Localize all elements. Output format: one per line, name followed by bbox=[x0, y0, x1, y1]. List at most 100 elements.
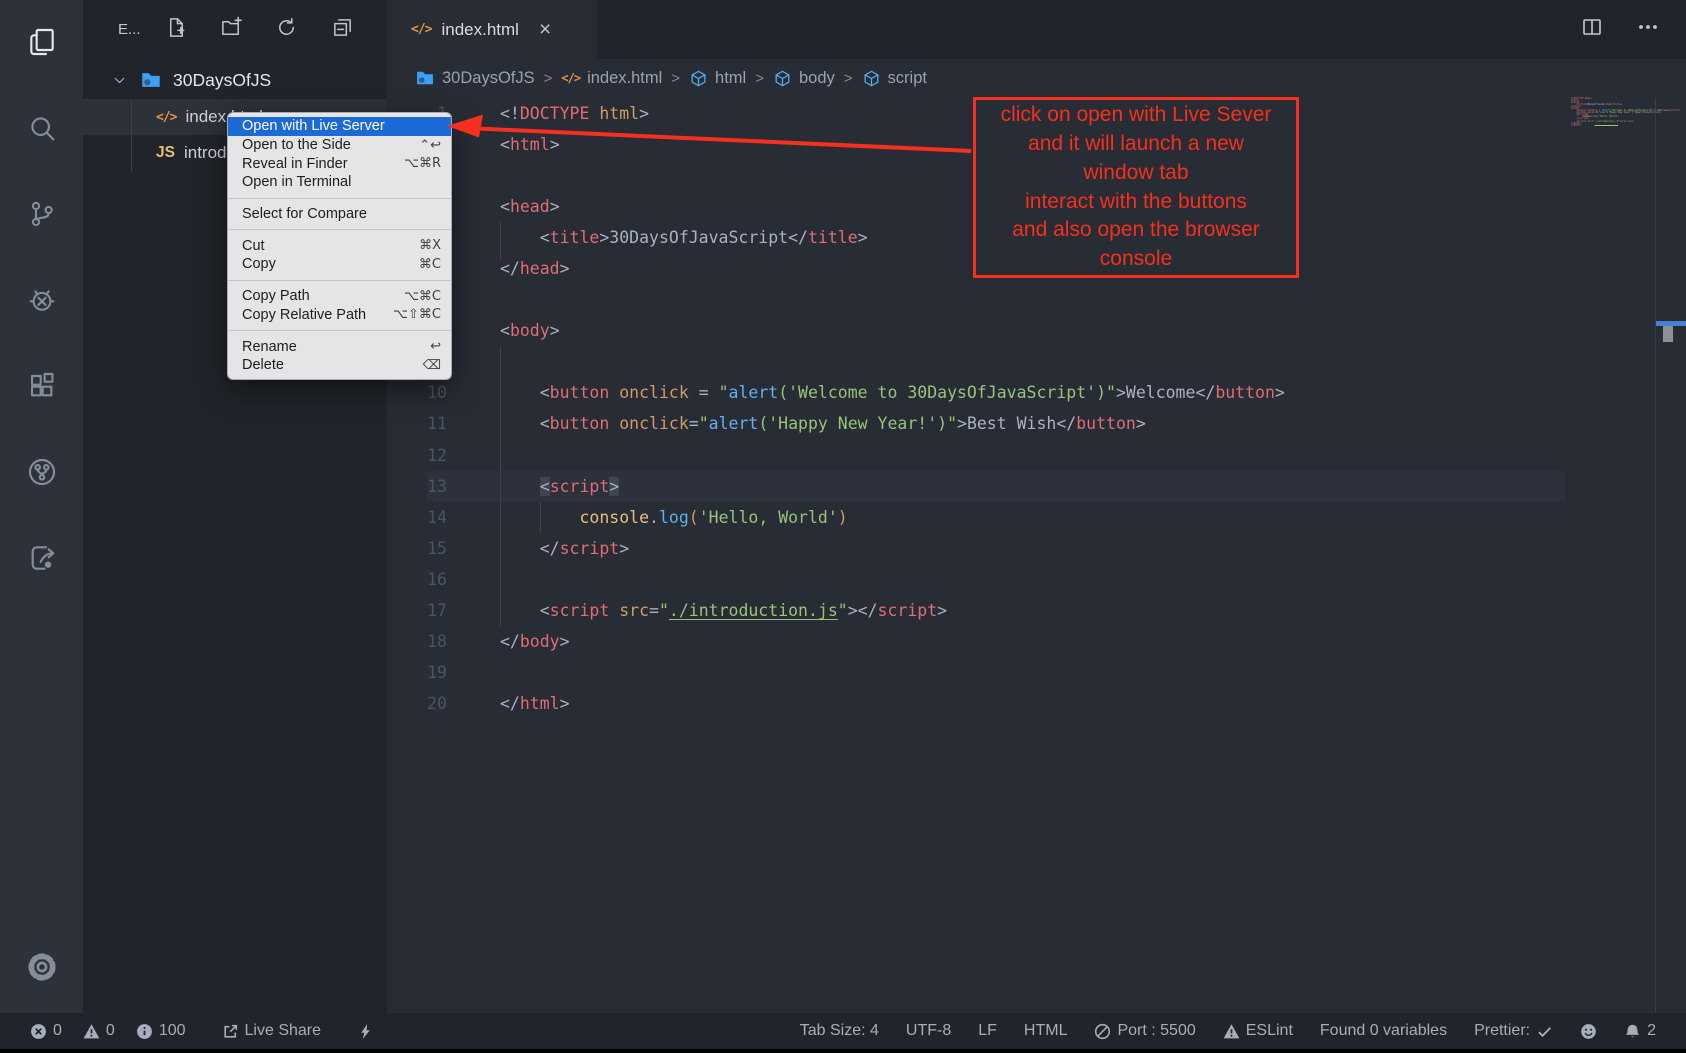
code-token: > bbox=[550, 135, 560, 154]
code-line-10[interactable]: 10 <button onclick = "alert('Welcome to … bbox=[387, 377, 1655, 408]
live-share-icon bbox=[26, 542, 58, 577]
code-token: > bbox=[1116, 383, 1126, 402]
activity-search[interactable] bbox=[0, 86, 83, 172]
code-line-16[interactable]: 16 bbox=[387, 564, 1655, 595]
menu-item-delete[interactable]: Delete⌫ bbox=[228, 356, 451, 375]
status-0[interactable]: 0 bbox=[30, 1022, 62, 1040]
line-number: 11 bbox=[387, 414, 447, 433]
menu-item-cut[interactable]: Cut⌘X bbox=[228, 236, 451, 255]
line-number: 17 bbox=[387, 601, 447, 620]
line-number: 19 bbox=[387, 663, 447, 682]
git-graph-icon bbox=[26, 456, 58, 491]
tree-indent-guide bbox=[131, 99, 132, 172]
activity-settings[interactable] bbox=[0, 944, 83, 992]
activity-debug[interactable] bbox=[0, 258, 83, 344]
status-100[interactable]: 100 bbox=[136, 1022, 186, 1040]
code-token bbox=[500, 477, 540, 496]
bell-icon bbox=[1624, 1023, 1641, 1040]
code-line-17[interactable]: 17 <script src="./introduction.js"></scr… bbox=[387, 595, 1655, 626]
menu-item-open-in-terminal[interactable]: Open in Terminal bbox=[228, 173, 451, 192]
more-actions-icon[interactable] bbox=[1636, 15, 1660, 44]
scrollbar-thumb[interactable] bbox=[1663, 326, 1673, 342]
menu-item-rename[interactable]: Rename↩ bbox=[228, 337, 451, 356]
code-token: > bbox=[599, 228, 609, 247]
line-number: 14 bbox=[387, 508, 447, 527]
code-text: </html> bbox=[447, 694, 570, 713]
code-line-14[interactable]: 14 console.log('Hello, World') bbox=[387, 502, 1655, 533]
menu-item-copy-relative-path[interactable]: Copy Relative Path⌥⇧⌘C bbox=[228, 306, 451, 325]
refresh-button[interactable] bbox=[273, 16, 299, 42]
menu-separator bbox=[228, 229, 451, 230]
code-line-15[interactable]: 15 </script> bbox=[387, 533, 1655, 564]
status-prettier-[interactable]: Prettier: bbox=[1474, 1022, 1553, 1040]
activity-explorer[interactable] bbox=[0, 0, 83, 86]
code-token: > bbox=[560, 632, 570, 651]
status-bolt[interactable] bbox=[357, 1023, 374, 1040]
status-2[interactable]: 2 bbox=[1624, 1022, 1656, 1040]
breadcrumb-item-html[interactable]: html bbox=[689, 69, 746, 88]
indent-guide bbox=[540, 502, 541, 533]
tab-close-icon[interactable]: × bbox=[535, 19, 555, 40]
breadcrumb-item-body[interactable]: body bbox=[773, 69, 835, 88]
status-port-5500[interactable]: Port : 5500 bbox=[1094, 1022, 1195, 1040]
new-folder-button[interactable] bbox=[218, 16, 244, 42]
code-token: html bbox=[510, 135, 550, 154]
menu-item-shortcut: ⌫ bbox=[423, 358, 441, 373]
new-file-button[interactable] bbox=[163, 16, 189, 42]
status-utf-8[interactable]: UTF-8 bbox=[906, 1022, 951, 1040]
tree-folder-row[interactable]: 30DaysOfJS bbox=[83, 61, 387, 99]
code-line-9[interactable]: 9 bbox=[387, 346, 1655, 377]
breadcrumb-item-30DaysOfJS[interactable]: 30DaysOfJS bbox=[415, 68, 535, 88]
activity-source-control[interactable] bbox=[0, 172, 83, 258]
code-line-18[interactable]: 18</body> bbox=[387, 626, 1655, 657]
check-icon bbox=[1536, 1023, 1553, 1040]
menu-item-shortcut: ⌥⇧⌘C bbox=[393, 307, 441, 322]
status-smiley[interactable] bbox=[1580, 1023, 1597, 1040]
code-token: < bbox=[540, 477, 550, 496]
menu-item-reveal-in-finder[interactable]: Reveal in Finder⌥⌘R bbox=[228, 154, 451, 173]
status-html[interactable]: HTML bbox=[1024, 1022, 1068, 1040]
code-line-13[interactable]: 13 <script> bbox=[387, 471, 1655, 502]
status-live-share[interactable]: Live Share bbox=[222, 1022, 322, 1040]
code-token: </ bbox=[500, 694, 520, 713]
code-text: <title>30DaysOfJavaScript</title> bbox=[447, 228, 868, 247]
menu-item-copy[interactable]: Copy⌘C bbox=[228, 255, 451, 274]
code-line-19[interactable]: 19 bbox=[387, 657, 1655, 688]
status-bar: 0 0 100 Live Share Tab Size: 4 UTF-8 LF HTML Po… bbox=[0, 1013, 1686, 1049]
breadcrumb-item-script[interactable]: script bbox=[862, 69, 927, 88]
code-line-7[interactable]: 7 bbox=[387, 284, 1655, 315]
status-bar-right: Tab Size: 4 UTF-8 LF HTML Port : 5500 ESLint F… bbox=[800, 1022, 1656, 1040]
code-token: > bbox=[619, 539, 629, 558]
collapse-all-button[interactable] bbox=[329, 16, 355, 42]
menu-item-shortcut: ⌃↩ bbox=[419, 138, 441, 153]
source-control-icon bbox=[26, 198, 58, 233]
activity-live-share[interactable] bbox=[0, 516, 83, 602]
menu-separator bbox=[228, 198, 451, 199]
code-line-20[interactable]: 20</html> bbox=[387, 688, 1655, 719]
code-token: " bbox=[838, 601, 848, 620]
menu-item-open-to-the-side[interactable]: Open to the Side⌃↩ bbox=[228, 136, 451, 155]
tab-index-html[interactable]: </> index.html × bbox=[387, 0, 597, 59]
menu-item-open-with-live-server[interactable]: Open with Live Server bbox=[228, 117, 451, 136]
code-token: > bbox=[550, 321, 560, 340]
code-line-12[interactable]: 12 bbox=[387, 440, 1655, 471]
code-token: </ bbox=[858, 601, 878, 620]
code-line-8[interactable]: 8<body> bbox=[387, 315, 1655, 346]
activity-extensions[interactable] bbox=[0, 344, 83, 430]
status-lf[interactable]: LF bbox=[978, 1022, 997, 1040]
status-tab-size-4[interactable]: Tab Size: 4 bbox=[800, 1022, 879, 1040]
status-eslint[interactable]: ESLint bbox=[1223, 1022, 1293, 1040]
activity-git-graph[interactable] bbox=[0, 430, 83, 516]
split-editor-icon[interactable] bbox=[1580, 15, 1604, 44]
code-line-11[interactable]: 11 <button onclick="alert('Happy New Yea… bbox=[387, 408, 1655, 439]
menu-item-select-for-compare[interactable]: Select for Compare bbox=[228, 205, 451, 224]
code-token: alert bbox=[729, 383, 779, 402]
line-number: 15 bbox=[387, 539, 447, 558]
menu-item-copy-path[interactable]: Copy Path⌥⌘C bbox=[228, 287, 451, 306]
status-0[interactable]: 0 bbox=[83, 1022, 115, 1040]
breadcrumb-item-index.html[interactable]: </>index.html bbox=[561, 69, 662, 88]
minimap[interactable]: <!DOCTYPE html><html><head> <title>30Day… bbox=[1571, 98, 1655, 127]
code-token: 30DaysOfJavaScript bbox=[609, 228, 788, 247]
annotation-line: and also open the browser bbox=[976, 216, 1296, 245]
status-found-0-variables[interactable]: Found 0 variables bbox=[1320, 1022, 1447, 1040]
